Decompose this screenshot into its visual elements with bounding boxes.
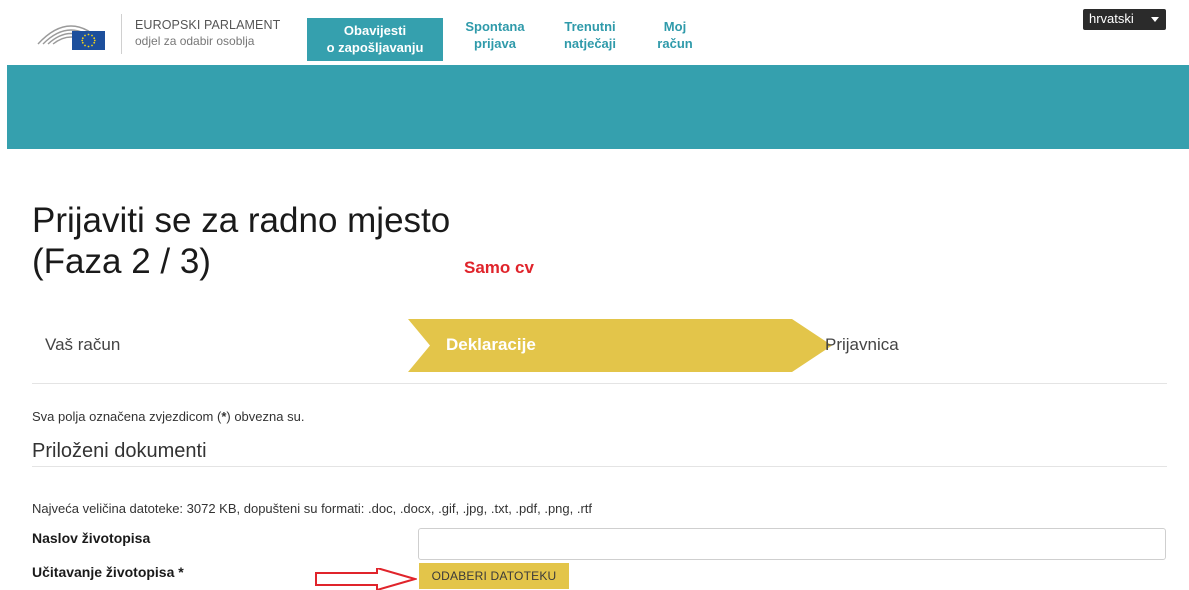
- org-subtitle: odjel za odabir osoblja: [135, 34, 255, 48]
- choose-file-button[interactable]: ODABERI DATOTEKU: [419, 563, 569, 589]
- nav-item-label: Obavijesti: [343, 23, 407, 38]
- org-name: EUROPSKI PARLAMENT: [135, 18, 281, 32]
- required-fields-note: Sva polja označena zvjezdicom (*) obvezn…: [32, 409, 304, 424]
- annotation-text: Samo cv: [464, 258, 534, 277]
- european-parliament-logo[interactable]: [34, 14, 108, 52]
- cv-upload-label: Učitavanje životopisa *: [32, 564, 184, 580]
- nav-item-label: Moj: [663, 19, 687, 34]
- section-title: Priloženi dokumenti: [32, 440, 207, 462]
- nav-item-spontaneous-application[interactable]: Spontana prijava: [463, 18, 527, 52]
- nav-item-label: prijava: [474, 36, 516, 51]
- logo-divider: [121, 14, 122, 54]
- language-select-value: hrvatski: [1089, 11, 1134, 26]
- section-divider: [32, 466, 1167, 467]
- step-your-account: Vaš račun: [45, 335, 121, 354]
- step-declarations: Deklaracije: [446, 335, 536, 354]
- page-title: Prijaviti se za radno mjesto (Faza 2 / 3…: [32, 200, 450, 282]
- header: EUROPSKI PARLAMENT odjel za odabir osobl…: [0, 0, 1189, 65]
- required-note-text: Sva polja označena zvjezdicom (: [32, 409, 222, 424]
- required-note-text: ) obvezna su.: [226, 409, 305, 424]
- language-select[interactable]: hrvatski: [1083, 9, 1166, 30]
- file-size-info: Najveća veličina datoteke: 3072 KB, dopu…: [32, 501, 593, 516]
- caret-down-icon: [1151, 17, 1159, 22]
- nav-item-job-notices[interactable]: Obavijesti o zapošljavanju: [307, 18, 443, 61]
- steps-divider: [32, 383, 1167, 384]
- progress-steps: Vaš račun Deklaracije Prijavnica: [32, 319, 1167, 372]
- nav-item-label: o zapošljavanju: [326, 40, 424, 55]
- nav-item-current-competitions[interactable]: Trenutni natječaji: [559, 18, 621, 52]
- cv-title-label: Naslov životopisa: [32, 530, 151, 546]
- page-title-line: (Faza 2 / 3): [32, 242, 211, 281]
- nav-item-label: Trenutni: [564, 19, 616, 34]
- nav-item-label: natječaji: [563, 36, 617, 51]
- step-application-form: Prijavnica: [825, 335, 899, 354]
- nav-item-my-account[interactable]: Moj račun: [653, 18, 697, 52]
- arrow-right-icon: [315, 568, 417, 590]
- cv-title-input[interactable]: [418, 528, 1166, 560]
- nav-item-label: Spontana: [465, 19, 525, 34]
- header-banner: [7, 65, 1189, 149]
- page-title-line: Prijaviti se za radno mjesto: [32, 201, 451, 240]
- nav-item-label: račun: [657, 36, 693, 51]
